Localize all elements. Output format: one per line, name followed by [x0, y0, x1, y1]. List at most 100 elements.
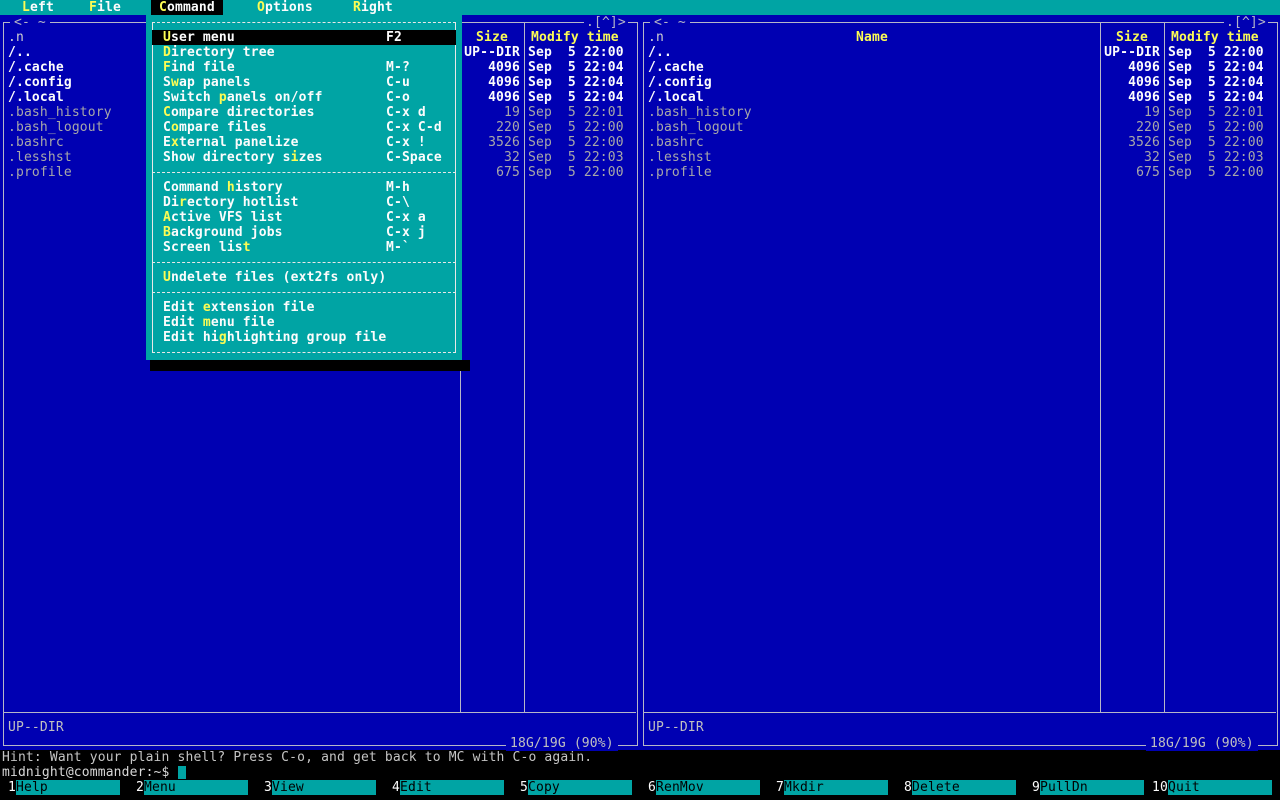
function-key-6[interactable]: 6 RenMov	[640, 780, 768, 795]
file-name: .lesshst	[8, 150, 72, 165]
function-key-9[interactable]: 9 PullDn	[1024, 780, 1152, 795]
function-key-5[interactable]: 5 Copy	[512, 780, 640, 795]
menu-item-command-history[interactable]: Command history M-h	[146, 180, 462, 195]
function-key-label: Copy	[528, 780, 632, 795]
menu-label-pre: Edit	[163, 300, 203, 315]
menu-item-swap-panels[interactable]: Swap panels C-u	[146, 75, 462, 90]
menu-hotkey: e	[202, 300, 211, 315]
file-name: .bash_history	[648, 105, 752, 120]
file-mtime: Sep 5 22:00	[528, 165, 624, 180]
menu-item-compare-directories[interactable]: Compare directories C-x d	[146, 105, 462, 120]
menu-hotkey: C	[159, 0, 167, 15]
menu-item-user-menu[interactable]: User menu F2	[146, 30, 462, 45]
file-row[interactable]: .profile 675 Sep 5 22:00	[644, 165, 1276, 180]
file-row[interactable]: /.cache 4096 Sep 5 22:04	[644, 60, 1276, 75]
column-header-mtime[interactable]: Modify time	[531, 30, 619, 45]
menu-item-compare-files[interactable]: Compare files C-x C-d	[146, 120, 462, 135]
file-row[interactable]: .bash_logout 220 Sep 5 22:00	[644, 120, 1276, 135]
file-row[interactable]: /.. UP--DIR Sep 5 22:00	[644, 45, 1276, 60]
menu-hotkey: A	[163, 210, 171, 225]
panel-path-title[interactable]: <- ~	[650, 15, 690, 30]
column-header-size[interactable]: Size	[1116, 30, 1148, 45]
column-header-size[interactable]: Size	[476, 30, 508, 45]
menu-label-pre: Di	[163, 195, 179, 210]
menu-separator	[146, 285, 462, 300]
file-mtime: Sep 5 22:01	[1168, 105, 1264, 120]
file-mtime: Sep 5 22:00	[1168, 120, 1264, 135]
menu-item-edit-highlighting-group-file[interactable]: Edit highlighting group file	[146, 330, 462, 345]
file-mtime: Sep 5 22:00	[1168, 165, 1264, 180]
file-size: 4096	[1128, 60, 1160, 75]
file-mtime: Sep 5 22:00	[528, 120, 624, 135]
menu-label-post: mpare files	[178, 120, 267, 135]
file-name: .bash_logout	[648, 120, 744, 135]
menu-item-edit-menu-file[interactable]: Edit menu file	[146, 315, 462, 330]
column-header-mtime[interactable]: Modify time	[1171, 30, 1259, 45]
menu-label-post: ternal panelize	[178, 135, 299, 150]
menu-hotkey: D	[163, 45, 171, 60]
menu-item-label: Directory hotlist	[163, 195, 299, 210]
function-key-3[interactable]: 3 View	[256, 780, 384, 795]
file-row[interactable]: /.config 4096 Sep 5 22:04	[644, 75, 1276, 90]
menu-item-undelete-files-ext2fs-only[interactable]: Undelete files (ext2fs only)	[146, 270, 462, 285]
column-header-name[interactable]: Name	[856, 30, 888, 45]
menu-item-screen-list[interactable]: Screen list M-`	[146, 240, 462, 255]
menu-hotkey: O	[257, 0, 265, 15]
menu-label-pre: Screen lis	[163, 240, 243, 255]
file-mtime: Sep 5 22:04	[528, 60, 624, 75]
file-row[interactable]: .bashrc 3526 Sep 5 22:00	[644, 135, 1276, 150]
function-key-8[interactable]: 8 Delete	[896, 780, 1024, 795]
menu-item-directory-hotlist[interactable]: Directory hotlist C-\	[146, 195, 462, 210]
menu-item-shortcut: C-u	[386, 75, 410, 90]
menu-item-show-directory-sizes[interactable]: Show directory sizes C-Space	[146, 150, 462, 165]
shell-prompt[interactable]: midnight@commander:~$	[2, 765, 170, 780]
menubar-item-command[interactable]: Command	[151, 0, 223, 15]
menu-item-external-panelize[interactable]: External panelize C-x !	[146, 135, 462, 150]
menu-item-find-file[interactable]: Find file M-?	[146, 60, 462, 75]
menu-label-post: istory	[234, 180, 283, 195]
menu-label-post: irectory tree	[170, 45, 275, 60]
mini-status-separator	[644, 712, 1276, 713]
panel-path-title[interactable]: <- ~	[10, 15, 50, 30]
menu-label-post: ser menu	[170, 30, 235, 45]
menu-item-switch-panels-on-off[interactable]: Switch panels on/off C-o	[146, 90, 462, 105]
function-key-10[interactable]: 10 Quit	[1152, 780, 1280, 795]
panel-history-buttons[interactable]: .[^]>	[1224, 15, 1268, 30]
menu-hotkey: R	[353, 0, 361, 15]
file-mtime: Sep 5 22:04	[1168, 90, 1264, 105]
menu-item-shortcut: C-x !	[386, 135, 426, 150]
menu-item-background-jobs[interactable]: Background jobs C-x j	[146, 225, 462, 240]
function-key-2[interactable]: 2 Menu	[128, 780, 256, 795]
function-key-1[interactable]: 1 Help	[0, 780, 128, 795]
menu-item-shortcut: C-Space	[386, 150, 442, 165]
text-cursor	[178, 766, 186, 779]
menu-item-edit-extension-file[interactable]: Edit extension file	[146, 300, 462, 315]
menu-label-pre: Switch	[163, 90, 219, 105]
file-name: .bash_logout	[8, 120, 104, 135]
menu-item-directory-tree[interactable]: Directory tree	[146, 45, 462, 60]
file-name: .profile	[648, 165, 712, 180]
menu-hotkey: o	[170, 120, 179, 135]
file-mtime: Sep 5 22:00	[1168, 135, 1264, 150]
menu-label-post: ap panels	[178, 75, 251, 90]
hint-bar: Hint: Want your plain shell? Press C-o, …	[2, 750, 593, 765]
shell-prompt-text: midnight@commander:~$	[2, 765, 170, 780]
function-key-7[interactable]: 7 Mkdir	[768, 780, 896, 795]
function-key-label: RenMov	[656, 780, 760, 795]
menubar-item-options[interactable]: Options	[249, 0, 321, 15]
menubar-item-right[interactable]: Right	[345, 0, 401, 15]
file-row[interactable]: .bash_history 19 Sep 5 22:01	[644, 105, 1276, 120]
menu-label-post: anels on/off	[226, 90, 323, 105]
free-space-indicator: 18G/19G (90%)	[506, 736, 618, 751]
menu-item-active-vfs-list[interactable]: Active VFS list C-x a	[146, 210, 462, 225]
file-row[interactable]: /.local 4096 Sep 5 22:04	[644, 90, 1276, 105]
menubar-item-left[interactable]: Left	[14, 0, 62, 15]
file-name: /.cache	[8, 60, 64, 75]
function-key-number: 4	[392, 780, 400, 795]
menubar-item-file[interactable]: File	[81, 0, 129, 15]
panel-history-buttons[interactable]: .[^]>	[584, 15, 628, 30]
menu-item-label: Undelete files (ext2fs only)	[163, 270, 386, 285]
file-row[interactable]: .lesshst 32 Sep 5 22:03	[644, 150, 1276, 165]
menu-item-shortcut: C-x a	[386, 210, 426, 225]
function-key-4[interactable]: 4 Edit	[384, 780, 512, 795]
